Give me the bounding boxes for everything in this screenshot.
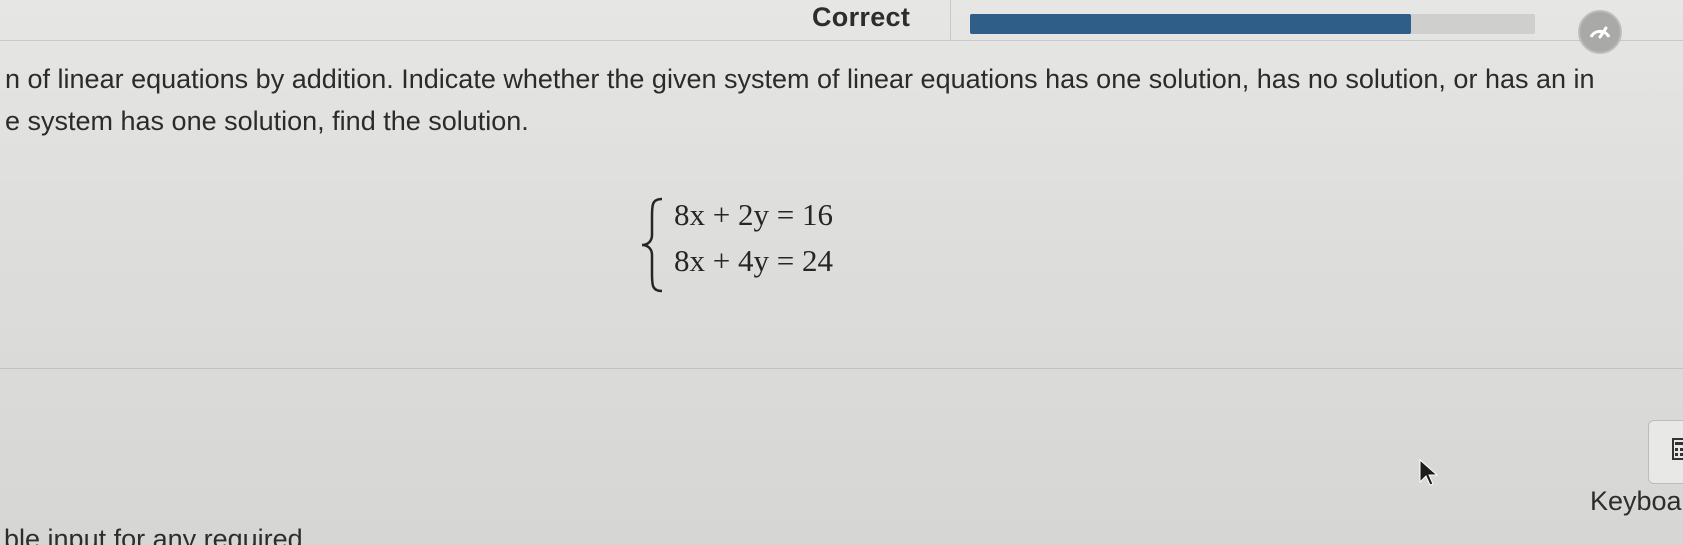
status-label: Correct: [812, 2, 911, 32]
progress-bar: [970, 14, 1535, 34]
instructions-line-2: e system has one solution, find the solu…: [5, 106, 529, 136]
equation-1: 8x + 2y = 16: [674, 197, 833, 232]
screen: Correct n of linear equations by additio…: [0, 0, 1683, 545]
keyboard-button[interactable]: Keyboa: [1590, 486, 1682, 517]
calculator-icon: [1672, 438, 1683, 460]
gauge-icon-glyph: [1589, 26, 1611, 39]
gauge-icon[interactable]: [1578, 10, 1622, 54]
footer-partial-text: ble input for any required: [4, 524, 303, 545]
section-divider: [0, 368, 1683, 369]
mouse-cursor-icon: [1419, 458, 1439, 486]
left-brace-icon: [641, 197, 663, 293]
equation-2: 8x + 4y = 24: [674, 243, 833, 278]
progress-bar-fill: [970, 14, 1411, 34]
instructions-line-1: n of linear equations by addition. Indic…: [5, 64, 1595, 94]
